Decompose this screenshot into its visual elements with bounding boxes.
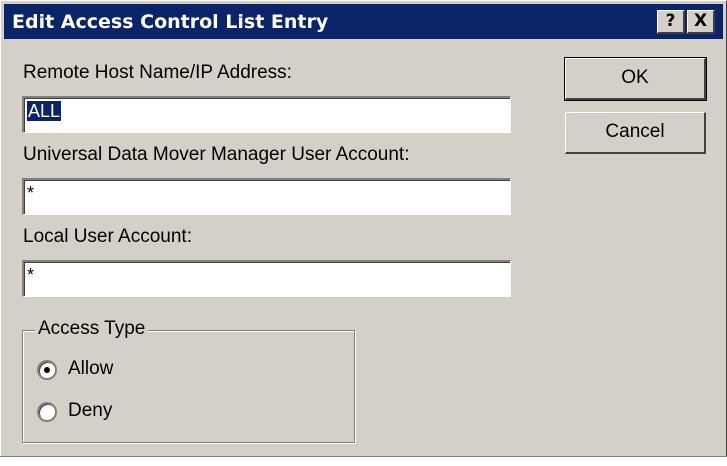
local-account-value: * <box>27 265 35 285</box>
ok-button[interactable]: OK <box>564 57 707 101</box>
deny-radio-label[interactable]: Deny <box>68 400 112 422</box>
udm-account-input[interactable]: * <box>22 178 511 215</box>
access-type-legend: Access Type <box>35 318 149 340</box>
access-type-group: Access Type Allow Deny <box>22 318 355 443</box>
cancel-button[interactable]: Cancel <box>565 112 706 154</box>
dialog-title: Edit Access Control List Entry <box>12 11 329 33</box>
remote-host-input[interactable]: ALL <box>22 96 511 133</box>
close-button[interactable]: X <box>687 10 715 34</box>
close-icon: X <box>693 11 708 31</box>
local-account-input[interactable]: * <box>22 260 511 297</box>
deny-radio-button[interactable] <box>37 402 57 422</box>
dialog-window: Edit Access Control List Entry ? X Remot… <box>0 0 727 465</box>
radio-selected-dot <box>44 367 50 373</box>
remote-host-label: Remote Host Name/IP Address: <box>23 62 292 83</box>
help-icon: ? <box>665 11 676 31</box>
ok-button-label: OK <box>621 67 649 88</box>
udm-account-label: Universal Data Mover Manager User Accoun… <box>23 144 410 165</box>
remote-host-value: ALL <box>27 101 62 121</box>
local-account-label: Local User Account: <box>23 226 192 247</box>
udm-account-value: * <box>27 183 35 203</box>
allow-radio-label[interactable]: Allow <box>68 358 113 380</box>
help-button[interactable]: ? <box>657 10 685 34</box>
allow-radio-button[interactable] <box>37 360 57 380</box>
title-bar[interactable]: Edit Access Control List Entry ? X <box>4 4 723 39</box>
cancel-button-label: Cancel <box>605 121 665 142</box>
